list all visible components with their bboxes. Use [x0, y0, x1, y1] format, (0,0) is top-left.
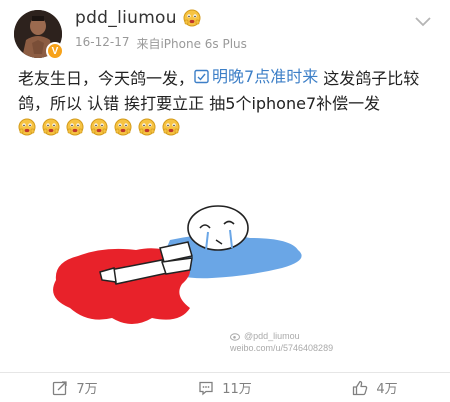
- post-source: 来自iPhone 6s Plus: [136, 37, 247, 51]
- verified-badge-icon: V: [46, 42, 64, 60]
- emoji-icon: [162, 118, 180, 136]
- emoji-icon: [66, 118, 84, 136]
- link-icon: [194, 69, 209, 84]
- post-link[interactable]: 明晚7点准时来: [194, 64, 318, 89]
- emoji-icon: [183, 9, 201, 27]
- username[interactable]: pdd_liumou: [75, 8, 177, 28]
- repost-count: 7万: [76, 382, 98, 397]
- like-button[interactable]: 4万: [300, 373, 450, 402]
- repost-icon: [53, 380, 68, 395]
- post-date: 16-12-17: [75, 35, 130, 49]
- post-header: V pdd_liumou 16-12-17 来自iPhone 6s Plus: [0, 0, 450, 60]
- emoji-icon: [42, 118, 60, 136]
- repost-button[interactable]: 7万: [0, 373, 150, 402]
- emoji-row: [18, 118, 180, 136]
- post-meta: 16-12-17 来自iPhone 6s Plus: [75, 35, 247, 52]
- emoji-icon: [18, 118, 36, 136]
- weibo-logo-icon: [230, 333, 240, 341]
- watermark: @pdd_liumou weibo.com/u/5746408289: [230, 330, 333, 354]
- comment-count: 11万: [222, 382, 252, 397]
- like-count: 4万: [376, 382, 398, 397]
- post-link-label[interactable]: 明晚7点准时来: [212, 64, 318, 89]
- emoji-icon: [114, 118, 132, 136]
- thumbs-up-icon: [353, 380, 368, 395]
- emoji-icon: [90, 118, 108, 136]
- watermark-url: weibo.com/u/5746408289: [230, 343, 334, 353]
- action-bar: 7万 11万 4万: [0, 373, 450, 402]
- emoji-icon: [138, 118, 156, 136]
- chevron-down-icon[interactable]: [414, 16, 432, 28]
- illustration-image: [53, 205, 302, 324]
- watermark-handle: @pdd_liumou: [244, 331, 300, 341]
- post-text-part1: 老友生日，今天鸽一发，: [18, 69, 195, 88]
- post-text: 老友生日，今天鸽一发， 明晚7点准时来 这发鸽子比较鸽，所以 认错 挨打要立正 抽…: [18, 64, 438, 116]
- avatar[interactable]: V: [14, 10, 64, 60]
- comment-icon: [199, 381, 213, 395]
- comment-button[interactable]: 11万: [150, 373, 300, 402]
